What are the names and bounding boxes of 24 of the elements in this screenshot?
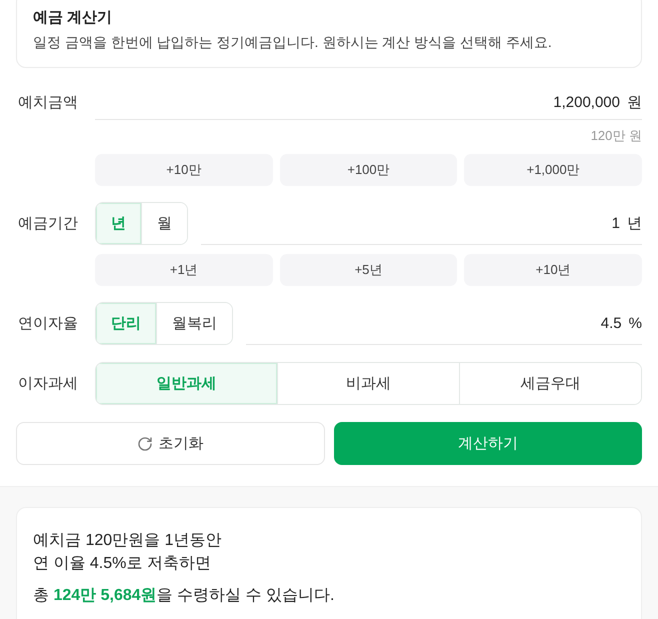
preset-button[interactable]: +10만	[95, 154, 273, 186]
reset-button[interactable]: 초기화	[16, 422, 324, 465]
number-input[interactable]: 4.5 %	[246, 302, 642, 345]
preset-button[interactable]: +1년	[95, 254, 273, 286]
result-text: 예치금 120만원을 1년동안	[33, 531, 222, 551]
field-label: 연이자율	[17, 314, 79, 334]
toggle-option[interactable]: 월복리	[156, 303, 232, 344]
preset-button[interactable]: +5년	[280, 254, 458, 286]
refresh-icon	[137, 436, 154, 452]
calculator-title: 예금 계산기	[33, 8, 114, 28]
number-input[interactable]: 1 년	[201, 202, 642, 245]
field-label: 예치금액	[17, 93, 79, 113]
field-label: 이자과세	[17, 374, 79, 394]
preset-button[interactable]: +100만	[280, 154, 458, 186]
toggle-option[interactable]: 월	[141, 203, 187, 244]
amount-hint: 120만 원	[590, 128, 642, 144]
result-text: 연 이율 4.5%로 저축하면	[33, 554, 212, 574]
result-summary: 총 124만 5,684원을 수령하실 수 있습니다.	[33, 586, 336, 606]
field-label: 예금기간	[17, 214, 79, 234]
calculator-description: 일정 금액을 한번에 납입하는 정기예금입니다. 원하시는 계산 방식을 선택해 주세요.	[33, 33, 553, 52]
number-input[interactable]: 1,200,000 원	[95, 86, 642, 120]
preset-button[interactable]: +10년	[464, 254, 642, 286]
preset-button[interactable]: +1,000만	[464, 154, 642, 186]
option-tab[interactable]: 세금우대	[459, 363, 641, 404]
